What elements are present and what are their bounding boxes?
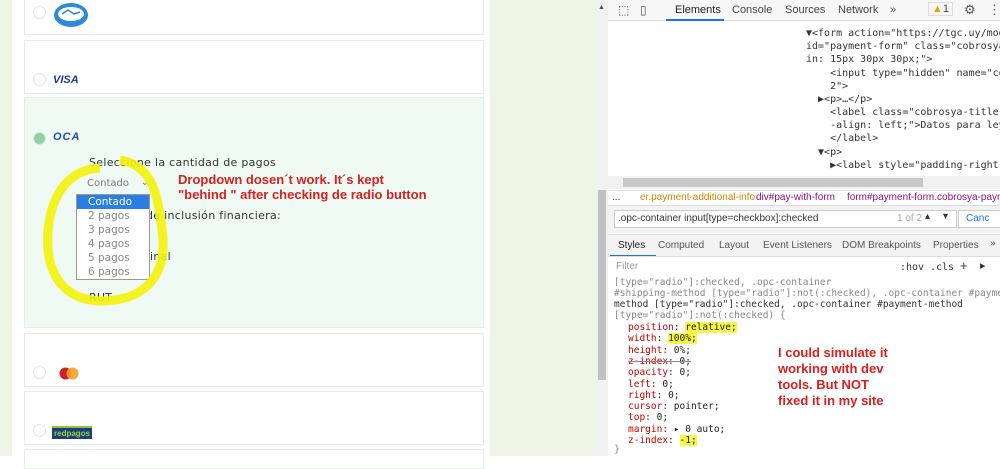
css-property-value[interactable]: -1; — [679, 435, 697, 446]
device-toggle-icon[interactable]: ▯ — [640, 3, 647, 17]
redpagos-logo: redpagos — [52, 426, 93, 439]
dom-line[interactable]: -align: left;">Datos para ley de — [806, 119, 1000, 132]
more-options-icon[interactable]: ⋮ — [988, 2, 1000, 18]
oca-logo: OCA — [53, 131, 81, 143]
warning-icon: ▲ — [932, 3, 943, 15]
devtools-toolbar: ⬚ ▯ Elements Console Sources Network » ▲… — [608, 0, 1000, 21]
scroll-up-icon[interactable]: ▲ — [598, 4, 605, 11]
inspect-icon[interactable]: ⬚ — [618, 3, 629, 17]
dom-line[interactable]: ▼<p> — [806, 146, 842, 159]
tab-properties[interactable]: Properties — [933, 240, 979, 251]
cls-toggle[interactable]: .cls — [930, 261, 954, 274]
breadcrumb-item[interactable]: div#pay-with-form — [756, 192, 835, 203]
page-scrollbar-thumb[interactable] — [598, 190, 606, 380]
devtools-annotation: I could simulate it working with dev tools… — [778, 345, 888, 408]
payment-radio[interactable] — [33, 73, 46, 86]
tab-computed[interactable]: Computed — [658, 240, 704, 251]
devtools-panel: ⬚ ▯ Elements Console Sources Network » ▲… — [608, 0, 1000, 456]
visa-logo: VISA — [53, 74, 79, 86]
payment-radio[interactable] — [33, 6, 46, 19]
payment-option-mercadopago[interactable] — [24, 0, 484, 35]
new-style-rule-button[interactable]: + — [960, 258, 968, 273]
dom-line[interactable]: ▼<form action="https://tgc.uy/module — [806, 27, 1000, 40]
css-property-value[interactable]: 0; — [680, 367, 691, 378]
more-tabs-icon[interactable]: » — [990, 238, 996, 249]
dom-line[interactable]: <label class="cobrosya-title" sty — [806, 106, 1000, 119]
styles-tabbar: Styles Computed Layout Event Listeners D… — [608, 234, 1000, 257]
payment-option-mastercard[interactable] — [24, 333, 484, 387]
styles-filter-input[interactable]: Filter — [616, 261, 638, 272]
dom-line[interactable]: ▶<label style="padding-right: 20p — [806, 159, 1000, 172]
mercadopago-icon — [54, 3, 88, 27]
tab-sources[interactable]: Sources — [785, 4, 825, 16]
css-property-name[interactable]: z-index — [628, 435, 668, 446]
horizontal-scrollbar[interactable] — [608, 176, 1000, 189]
search-next-icon[interactable]: ▾ — [943, 211, 948, 222]
mastercard-icon — [59, 367, 79, 380]
css-property-value[interactable]: pointer; — [674, 401, 720, 412]
payment-option-visa[interactable]: VISA — [24, 40, 484, 94]
search-count: 1 of 2 — [897, 213, 923, 224]
breadcrumb-item[interactable]: form#payment-form.cobrosya-paym — [847, 192, 1000, 203]
dom-line[interactable]: ▶<p>…</p> — [806, 93, 872, 106]
settings-gear-icon[interactable]: ⚙ — [964, 2, 976, 18]
dom-line[interactable]: id="payment-form" class="cobrosya-pay — [806, 40, 1000, 53]
toggle-sidebar-icon[interactable]: ▸ — [980, 259, 986, 272]
payment-option-redpagos[interactable]: redpagos — [24, 391, 484, 445]
tab-elements[interactable]: Elements — [675, 4, 721, 16]
dom-line[interactable]: 2"> — [806, 80, 848, 93]
tab-styles[interactable]: Styles — [618, 240, 645, 251]
payment-radio[interactable] — [33, 424, 46, 437]
dom-line[interactable]: in: 15px 30px 30px;"> — [806, 53, 932, 66]
tab-dom-breakpoints[interactable]: DOM Breakpoints — [842, 240, 921, 251]
breadcrumb: ... er.payment-additional-info div#pay-w… — [608, 190, 1000, 204]
dropdown-annotation: Dropdown dosen´t work. It´s kept "behind … — [178, 172, 427, 202]
payment-option-more[interactable] — [24, 449, 484, 469]
dom-line[interactable]: <input type="hidden" name="cobros — [806, 67, 1000, 80]
breadcrumb-item[interactable]: er.payment-additional-info — [640, 192, 755, 203]
tab-network[interactable]: Network — [838, 4, 878, 16]
hov-toggle[interactable]: :hov — [900, 261, 924, 274]
tab-event-listeners[interactable]: Event Listeners — [763, 240, 832, 251]
payment-radio[interactable] — [33, 366, 46, 379]
styles-filter-bar: Filter :hov .cls + ▸ — [608, 256, 1000, 276]
warnings-badge[interactable]: ▲1 — [928, 2, 954, 16]
search-bar: .opc-container input[type=checkbox]:chec… — [608, 205, 1000, 233]
yellow-circle-annotation — [43, 155, 168, 306]
more-tabs-icon[interactable]: » — [890, 4, 896, 16]
breadcrumb-more[interactable]: ... — [612, 192, 620, 203]
tab-layout[interactable]: Layout — [719, 240, 749, 251]
css-property[interactable]: z-index: -1; — [628, 434, 697, 447]
dom-search-input[interactable]: .opc-container input[type=checkbox]:chec… — [614, 210, 957, 228]
search-cancel-button[interactable]: Canc — [958, 210, 1000, 228]
dom-line[interactable]: </label> — [806, 132, 878, 145]
active-tab-indicator — [666, 19, 724, 21]
tab-console[interactable]: Console — [732, 4, 772, 16]
horizontal-scrollbar-thumb[interactable] — [623, 178, 923, 187]
rule-close-brace: } — [614, 444, 621, 455]
payment-radio-checked[interactable] — [33, 132, 46, 145]
search-prev-icon[interactable]: ▴ — [925, 211, 930, 222]
